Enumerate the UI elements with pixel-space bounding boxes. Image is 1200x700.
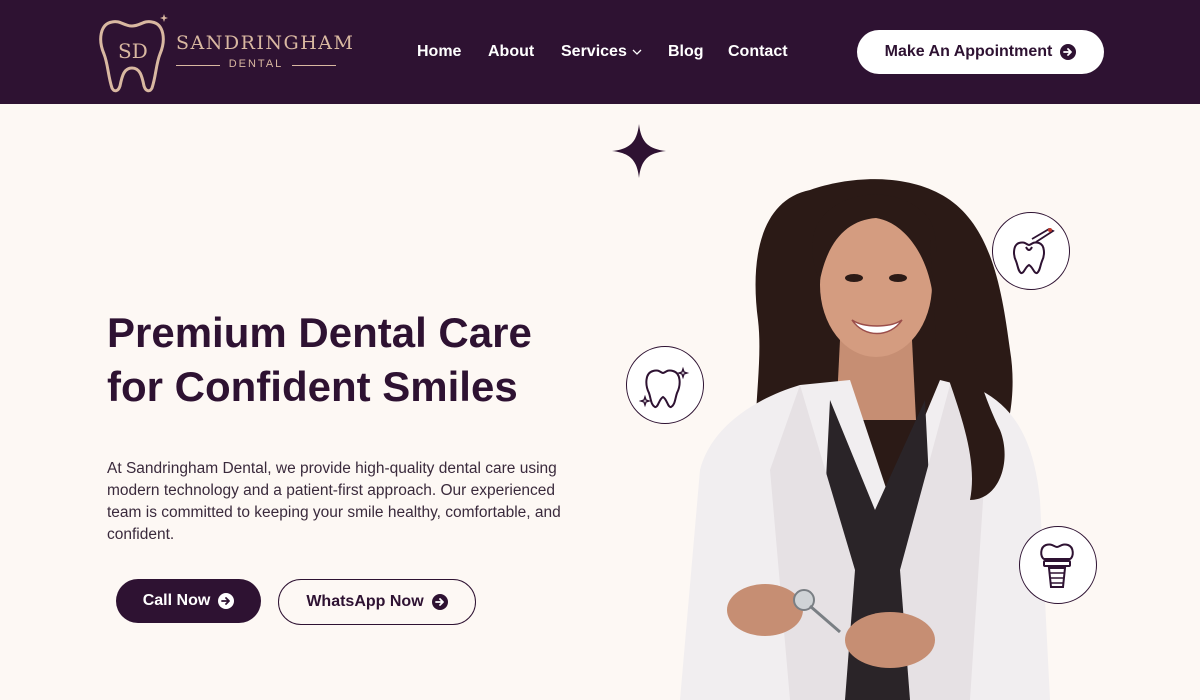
logo-monogram: SD	[118, 39, 148, 63]
dental-drill-badge	[992, 212, 1070, 290]
brand-logo[interactable]: SD SANDRINGHAM DENTAL	[98, 14, 353, 94]
nav-contact[interactable]: Contact	[728, 43, 788, 61]
call-now-button[interactable]: Call Now	[116, 579, 261, 623]
whatsapp-now-label: WhatsApp Now	[306, 593, 424, 610]
make-appointment-label: Make An Appointment	[884, 43, 1053, 60]
call-now-label: Call Now	[142, 592, 211, 609]
dental-drill-tooth-icon	[1013, 227, 1055, 275]
hero-title-line-2: for Confident Smiles	[107, 363, 518, 410]
sparkling-tooth-icon	[639, 366, 690, 409]
site-header: SD SANDRINGHAM DENTAL Home About Service…	[0, 0, 1200, 104]
arrow-right-circle-icon	[1060, 44, 1077, 60]
sparkling-tooth-badge	[626, 346, 704, 424]
nav-about[interactable]: About	[488, 43, 534, 61]
hero-description: At Sandringham Dental, we provide high-q…	[107, 460, 561, 543]
hero-title-line-1: Premium Dental Care	[107, 309, 532, 356]
make-appointment-button[interactable]: Make An Appointment	[857, 30, 1104, 74]
arrow-right-circle-icon	[431, 594, 448, 610]
hero-title: Premium Dental Care for Confident Smiles	[107, 306, 627, 414]
nav-home[interactable]: Home	[417, 43, 461, 61]
arrow-right-circle-icon	[218, 593, 235, 609]
brand-sub: DENTAL	[228, 58, 284, 70]
tooth-logo-icon: SD	[99, 14, 168, 93]
brand-name: SANDRINGHAM	[176, 32, 355, 54]
nav-services-label: Services	[561, 43, 627, 60]
chevron-down-icon	[632, 49, 642, 55]
whatsapp-now-button[interactable]: WhatsApp Now	[278, 579, 476, 625]
nav-services[interactable]: Services	[561, 43, 642, 61]
dental-implant-badge	[1019, 526, 1097, 604]
nav-blog[interactable]: Blog	[668, 43, 704, 61]
dental-implant-icon	[1040, 543, 1074, 588]
